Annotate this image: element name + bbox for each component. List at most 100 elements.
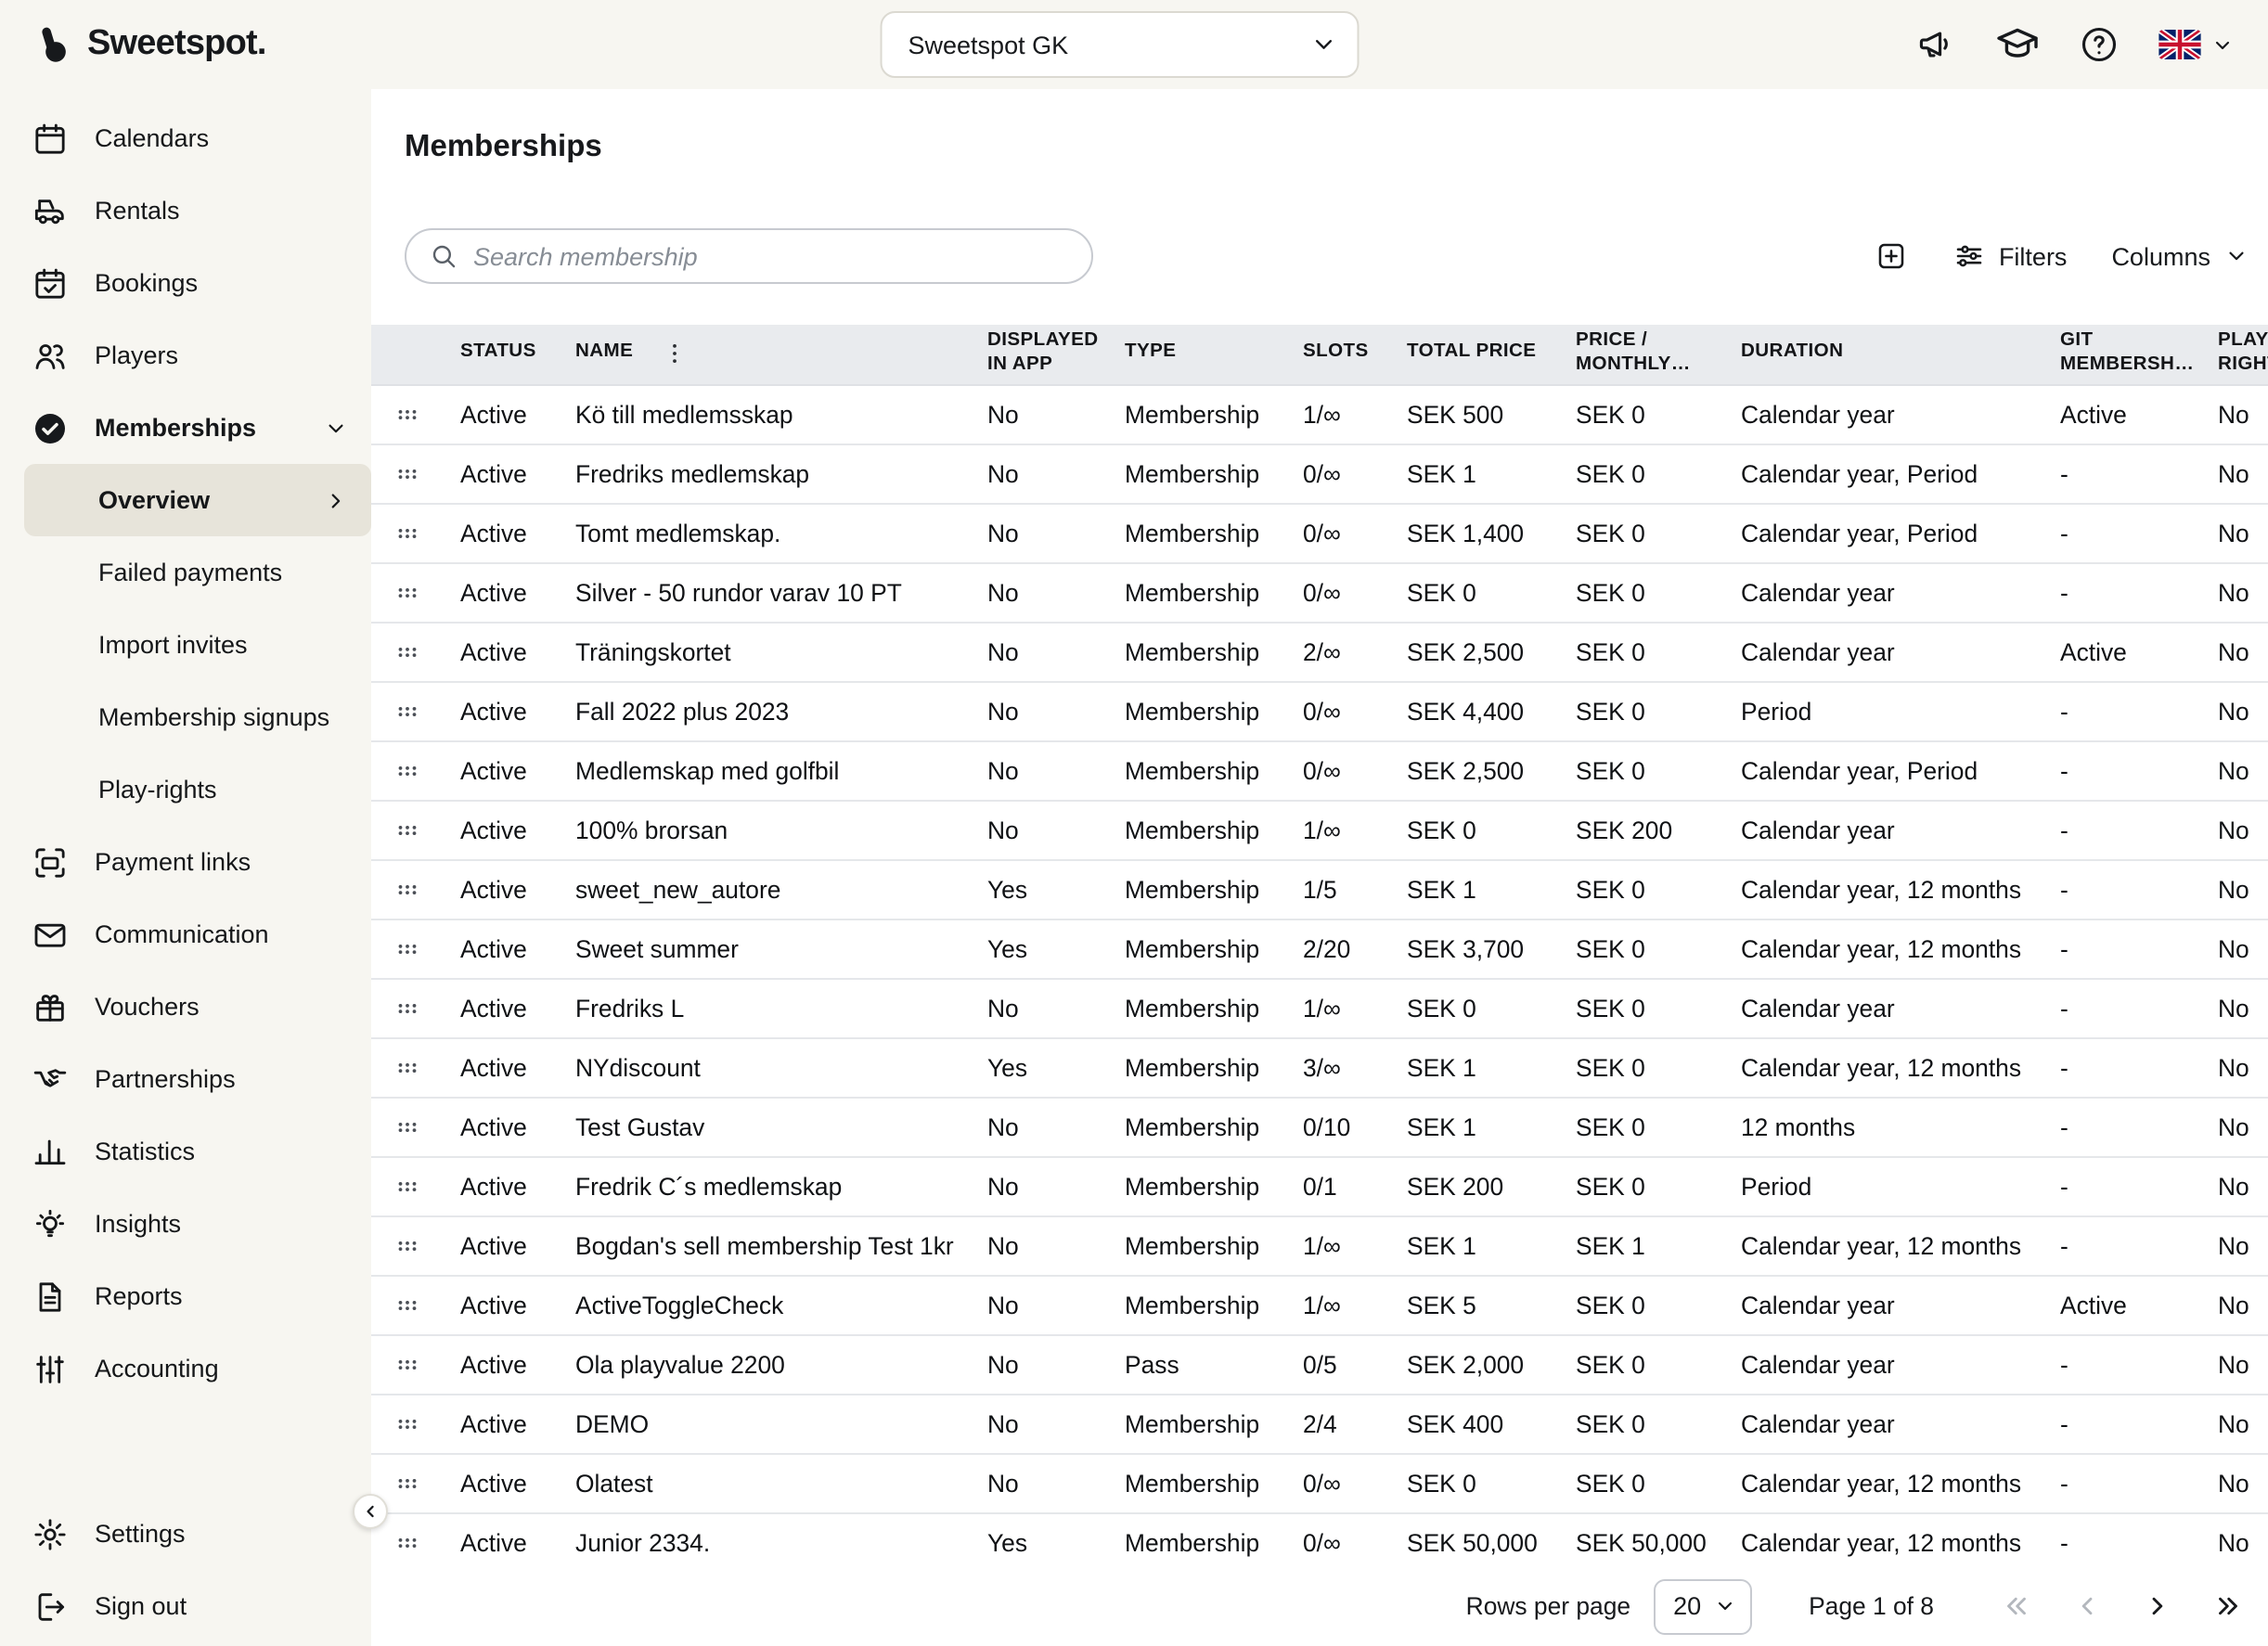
header-name[interactable]: NAME	[557, 335, 969, 374]
columns-button[interactable]: Columns	[2111, 242, 2249, 270]
filters-button[interactable]: Filters	[1952, 239, 2068, 273]
column-menu-icon[interactable]	[661, 341, 689, 368]
drag-handle-icon[interactable]	[371, 934, 442, 962]
drag-handle-icon[interactable]	[371, 519, 442, 547]
drag-handle-icon[interactable]	[371, 1291, 442, 1318]
table-row[interactable]: ActiveNYdiscountYesMembership3/∞SEK 1SEK…	[371, 1038, 2268, 1098]
club-selector[interactable]: Sweetspot GK	[881, 11, 1360, 78]
table-row[interactable]: ActiveOla playvalue 2200NoPass0/5SEK 2,0…	[371, 1335, 2268, 1395]
table-row[interactable]: ActiveKö till medlemsskapNoMembership1/∞…	[371, 385, 2268, 444]
table-row[interactable]: ActiveBogdan's sell membership Test 1krN…	[371, 1216, 2268, 1276]
table-row[interactable]: ActiveFredriks medlemskapNoMembership0/∞…	[371, 444, 2268, 504]
previous-page-button[interactable]	[2071, 1590, 2103, 1622]
drag-handle-icon[interactable]	[371, 1350, 442, 1378]
academy-icon[interactable]	[1995, 22, 2040, 67]
sidebar-item-vouchers[interactable]: Vouchers	[0, 971, 371, 1043]
language-selector[interactable]	[2158, 30, 2235, 59]
drag-handle-icon[interactable]	[371, 697, 442, 725]
drag-handle-icon[interactable]	[371, 1053, 442, 1081]
search-input[interactable]	[473, 242, 1069, 270]
sidebar-subitem-play-rights[interactable]: Play-rights	[0, 753, 371, 826]
header-git-membership[interactable]: GIT MEMBERSH…	[2042, 325, 2199, 383]
table-row[interactable]: ActiveSilver - 50 rundor varav 10 PTNoMe…	[371, 563, 2268, 623]
announcements-icon[interactable]	[1915, 24, 1956, 65]
first-page-button[interactable]	[2001, 1590, 2032, 1622]
cell-play-right: No	[2199, 400, 2268, 428]
sidebar-item-rentals[interactable]: Rentals	[0, 174, 371, 247]
table-row[interactable]: ActiveTomt medlemskap.NoMembership0/∞SEK…	[371, 504, 2268, 563]
page-info: Page 1 of 8	[1809, 1592, 1934, 1620]
drag-handle-icon[interactable]	[371, 1528, 442, 1556]
chevron-down-icon	[2210, 32, 2235, 57]
cell-play-right: No	[2199, 934, 2268, 962]
sidebar-item-insights[interactable]: Insights	[0, 1188, 371, 1260]
sidebar-item-bookings[interactable]: Bookings	[0, 247, 371, 319]
sidebar-item-communication[interactable]: Communication	[0, 898, 371, 971]
table-row[interactable]: ActiveMedlemskap med golfbilNoMembership…	[371, 741, 2268, 801]
cell-play-right: No	[2199, 519, 2268, 547]
add-membership-button[interactable]	[1875, 239, 1908, 273]
header-displayed-in-app[interactable]: DISPLAYED IN APP	[969, 325, 1106, 383]
cell-type: Pass	[1106, 1350, 1284, 1378]
help-icon[interactable]	[2079, 24, 2120, 65]
rows-per-page-select[interactable]: 20	[1653, 1578, 1751, 1634]
table-row[interactable]: Activesweet_new_autoreYesMembership1/5SE…	[371, 860, 2268, 919]
drag-handle-icon[interactable]	[371, 875, 442, 903]
table-row[interactable]: ActiveDEMONoMembership2/4SEK 400SEK 0Cal…	[371, 1395, 2268, 1454]
header-status[interactable]: STATUS	[442, 337, 557, 372]
cell-displayed-in-app: No	[969, 1469, 1106, 1497]
table-row[interactable]: ActiveSweet summerYesMembership2/20SEK 3…	[371, 919, 2268, 979]
sidebar-subitem-import-invites[interactable]: Import invites	[0, 609, 371, 681]
drag-handle-icon[interactable]	[371, 1112, 442, 1140]
table-row[interactable]: ActiveTräningskortetNoMembership2/∞SEK 2…	[371, 623, 2268, 682]
table-row[interactable]: Active100% brorsanNoMembership1/∞SEK 0SE…	[371, 801, 2268, 860]
sidebar-item-statistics[interactable]: Statistics	[0, 1115, 371, 1188]
cell-play-right: No	[2199, 1231, 2268, 1259]
next-page-button[interactable]	[2142, 1590, 2173, 1622]
drag-handle-icon[interactable]	[371, 1172, 442, 1200]
sidebar-item-accounting[interactable]: Accounting	[0, 1332, 371, 1405]
table-row[interactable]: ActiveTest GustavNoMembership0/10SEK 1SE…	[371, 1098, 2268, 1157]
app-root: Sweetspot. Sweetspot GK	[0, 0, 2268, 1646]
sidebar-subitem-overview[interactable]: Overview	[24, 464, 371, 536]
sidebar-item-sign-out[interactable]: Sign out	[0, 1570, 371, 1642]
header-slots[interactable]: SLOTS	[1284, 337, 1388, 372]
header-total-price[interactable]: TOTAL PRICE	[1388, 337, 1557, 372]
sidebar-subitem-failed-payments[interactable]: Failed payments	[0, 536, 371, 609]
drag-handle-icon[interactable]	[371, 400, 442, 428]
sidebar-collapse-button[interactable]	[353, 1494, 388, 1529]
cell-play-right: No	[2199, 1053, 2268, 1081]
sidebar-item-calendars[interactable]: Calendars	[0, 102, 371, 174]
topbar-actions	[1915, 22, 2235, 67]
sidebar-item-reports[interactable]: Reports	[0, 1260, 371, 1332]
table-row[interactable]: ActiveActiveToggleCheckNoMembership1/∞SE…	[371, 1276, 2268, 1335]
table-row[interactable]: ActiveJunior 2334.YesMembership0/∞SEK 50…	[371, 1513, 2268, 1566]
drag-handle-icon[interactable]	[371, 1409, 442, 1437]
sidebar-subitem-membership-signups[interactable]: Membership signups	[0, 681, 371, 753]
table-row[interactable]: ActiveFredriks LNoMembership1/∞SEK 0SEK …	[371, 979, 2268, 1038]
drag-handle-icon[interactable]	[371, 994, 442, 1022]
header-type[interactable]: TYPE	[1106, 337, 1284, 372]
membership-search[interactable]	[405, 228, 1093, 284]
cell-displayed-in-app: Yes	[969, 934, 1106, 962]
table-row[interactable]: ActiveFredrik C´s medlemskapNoMembership…	[371, 1157, 2268, 1216]
header-play-right[interactable]: PLAY-RIGHT…	[2199, 325, 2268, 383]
header-duration[interactable]: DURATION	[1722, 337, 2042, 372]
sidebar-item-players[interactable]: Players	[0, 319, 371, 392]
sidebar-item-settings[interactable]: Settings	[0, 1498, 371, 1570]
sidebar-item-partnerships[interactable]: Partnerships	[0, 1043, 371, 1115]
drag-handle-icon[interactable]	[371, 756, 442, 784]
drag-handle-icon[interactable]	[371, 816, 442, 843]
sidebar-item-memberships[interactable]: Memberships	[0, 392, 371, 464]
sidebar-item-payment-links[interactable]: Payment links	[0, 826, 371, 898]
header-price-monthly[interactable]: PRICE / MONTHLY…	[1557, 325, 1722, 383]
drag-handle-icon[interactable]	[371, 459, 442, 487]
last-page-button[interactable]	[2212, 1590, 2244, 1622]
table-row[interactable]: ActiveOlatestNoMembership0/∞SEK 0SEK 0Ca…	[371, 1454, 2268, 1513]
cell-duration: Calendar year, Period	[1722, 519, 2042, 547]
drag-handle-icon[interactable]	[371, 1231, 442, 1259]
drag-handle-icon[interactable]	[371, 1469, 442, 1497]
table-row[interactable]: ActiveFall 2022 plus 2023NoMembership0/∞…	[371, 682, 2268, 741]
drag-handle-icon[interactable]	[371, 578, 442, 606]
drag-handle-icon[interactable]	[371, 637, 442, 665]
